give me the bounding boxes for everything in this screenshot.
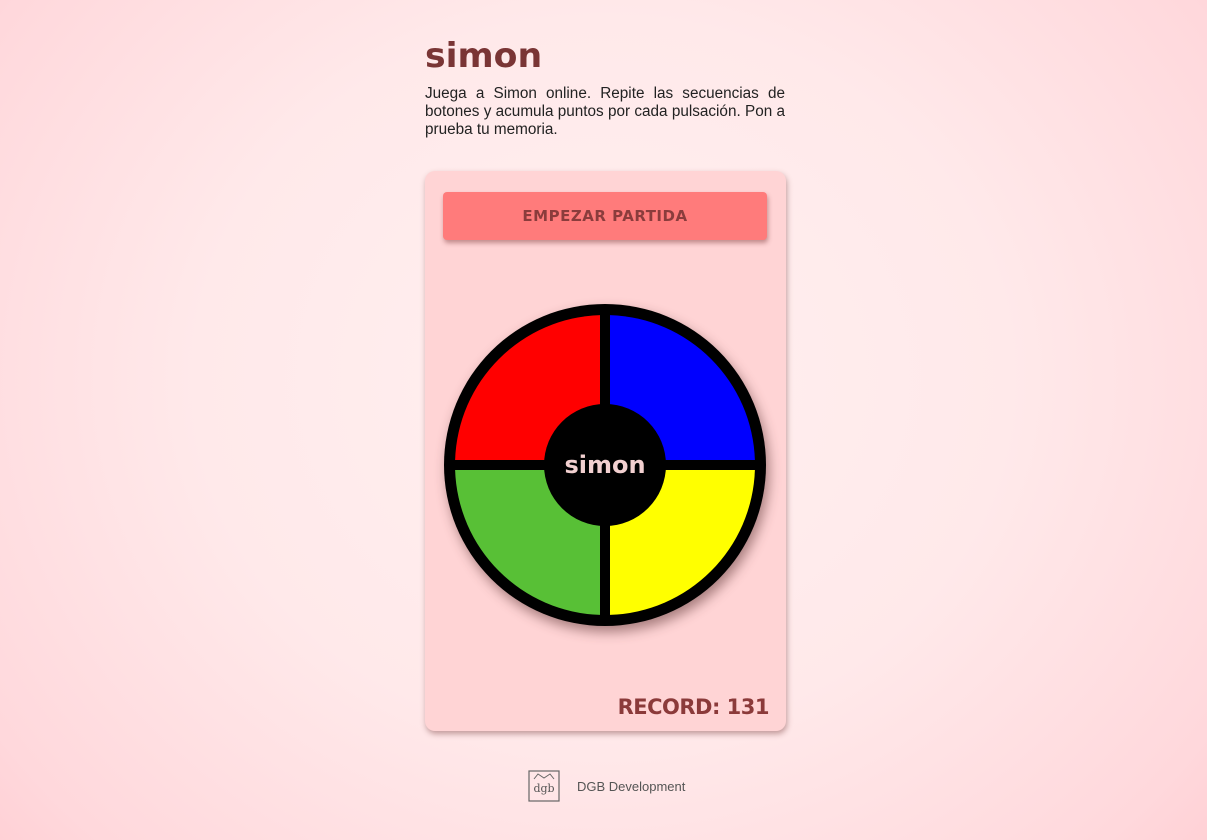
footer: dgb DGB Development (528, 770, 685, 802)
svg-text:dgb: dgb (533, 782, 554, 795)
record-score: RECORD: 131 (617, 695, 770, 719)
footer-text[interactable]: DGB Development (577, 779, 685, 794)
start-game-button[interactable]: EMPEZAR PARTIDA (443, 192, 767, 240)
game-card: EMPEZAR PARTIDA simon RECORD: 131 (425, 171, 786, 731)
page-description: Juega a Simon online. Repite las secuenc… (425, 85, 785, 138)
start-game-button-label: EMPEZAR PARTIDA (522, 207, 688, 225)
board-center-label: simon (564, 451, 645, 479)
page-title: simon (425, 36, 543, 76)
simon-board: simon (444, 304, 766, 626)
dgb-logo[interactable]: dgb (528, 770, 560, 802)
